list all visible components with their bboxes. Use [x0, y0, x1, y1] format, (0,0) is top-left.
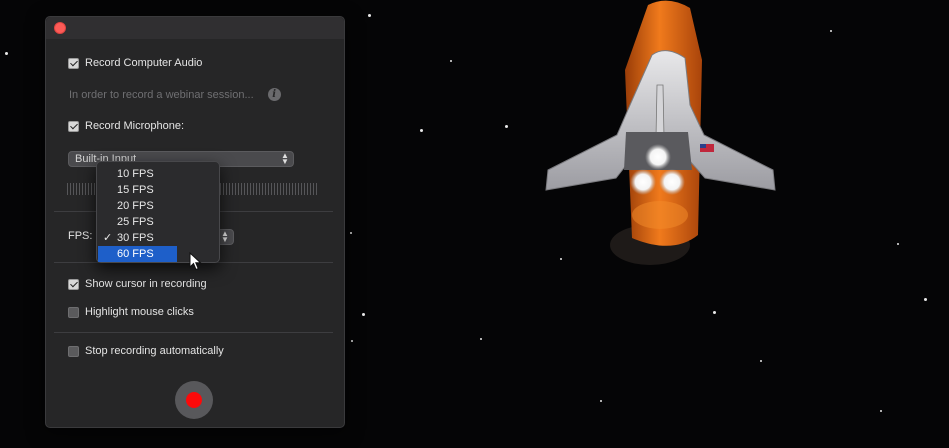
webinar-hint: In order to record a webinar session... — [69, 88, 254, 101]
record-icon — [186, 392, 202, 408]
show-cursor-checkbox[interactable] — [68, 278, 79, 290]
webinar-hint-row: In order to record a webinar session... … — [69, 88, 281, 101]
stop-automatically-option[interactable]: Stop recording automatically — [68, 345, 224, 357]
fps-option-10[interactable]: 10 FPS — [98, 166, 218, 182]
stop-automatically-label: Stop recording automatically — [85, 345, 224, 357]
record-computer-audio-label: Record Computer Audio — [85, 57, 203, 69]
record-computer-audio-checkbox[interactable] — [68, 57, 79, 69]
info-icon[interactable]: i — [267, 88, 281, 101]
record-microphone-checkbox[interactable] — [68, 120, 79, 132]
record-microphone-label: Record Microphone: — [85, 120, 185, 132]
fps-option-25[interactable]: 25 FPS — [98, 214, 218, 230]
checkmark-icon: ✓ — [103, 232, 113, 244]
mouse-pointer-icon — [189, 252, 202, 271]
divider — [54, 332, 333, 333]
up-down-chevron-icon: ▲ ▼ — [281, 151, 289, 166]
fps-option-60[interactable]: 60 FPS — [98, 246, 177, 262]
record-button[interactable] — [175, 381, 213, 419]
space-shuttle-image — [545, 0, 776, 265]
close-icon[interactable] — [54, 22, 66, 34]
highlight-clicks-label: Highlight mouse clicks — [85, 306, 194, 318]
fps-option-15[interactable]: 15 FPS — [98, 182, 218, 198]
show-cursor-label: Show cursor in recording — [85, 278, 207, 290]
fps-row: FPS: — [68, 230, 92, 242]
fps-option-30[interactable]: ✓ 30 FPS — [98, 230, 218, 246]
title-bar — [46, 17, 344, 39]
record-microphone-option[interactable]: Record Microphone: — [68, 120, 184, 132]
up-down-chevron-icon: ▲ ▼ — [221, 229, 229, 244]
record-computer-audio-option[interactable]: Record Computer Audio — [68, 57, 202, 69]
fps-dropdown-menu: 10 FPS 15 FPS 20 FPS 25 FPS ✓ 30 FPS 60 … — [96, 161, 220, 263]
fps-option-20[interactable]: 20 FPS — [98, 198, 218, 214]
highlight-clicks-checkbox[interactable] — [68, 306, 79, 318]
show-cursor-option[interactable]: Show cursor in recording — [68, 278, 207, 290]
fps-label: FPS: — [68, 230, 93, 242]
stop-automatically-checkbox[interactable] — [68, 345, 79, 357]
highlight-clicks-option[interactable]: Highlight mouse clicks — [68, 306, 194, 318]
